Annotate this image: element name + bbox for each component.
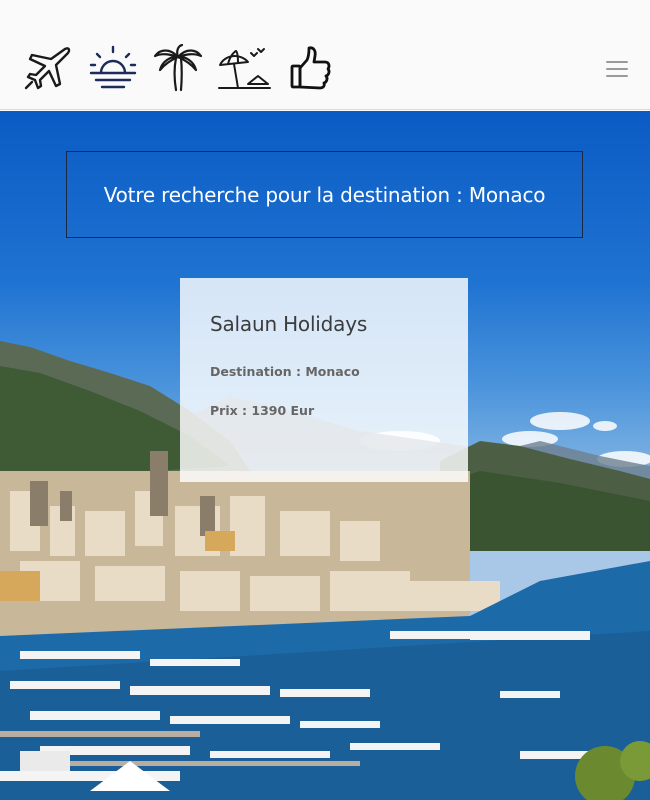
result-price: Prix : 1390 Eur: [210, 403, 315, 418]
airplane-icon[interactable]: [22, 44, 72, 92]
menu-bar: [606, 61, 628, 63]
result-card[interactable]: Salaun Holidays Destination : Monaco Pri…: [180, 278, 468, 482]
hero-background-image: Votre recherche pour la destination : Mo…: [0, 111, 650, 800]
hamburger-menu-icon[interactable]: [606, 61, 628, 77]
palm-tree-icon[interactable]: [152, 44, 204, 92]
search-heading: Votre recherche pour la destination : Mo…: [103, 182, 546, 207]
result-destination: Destination : Monaco: [210, 364, 360, 379]
sunset-icon[interactable]: [88, 44, 138, 92]
search-summary-box: Votre recherche pour la destination : Mo…: [66, 151, 583, 238]
beach-umbrella-icon[interactable]: [218, 44, 272, 92]
menu-bar: [606, 68, 628, 70]
result-title: Salaun Holidays: [210, 312, 368, 336]
menu-bar: [606, 75, 628, 77]
top-navigation-bar: [0, 0, 650, 110]
thumbs-up-icon[interactable]: [290, 44, 332, 92]
